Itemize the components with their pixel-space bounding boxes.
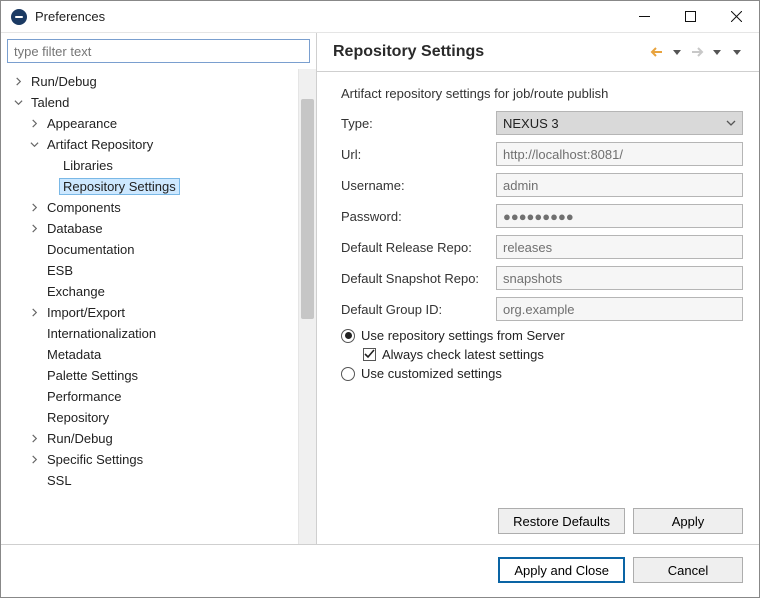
tree-item-run-debug-2[interactable]: Run/Debug xyxy=(7,428,298,449)
scrollbar-thumb[interactable] xyxy=(301,99,314,319)
tree-item-run-debug[interactable]: Run/Debug xyxy=(7,71,298,92)
page-header: Repository Settings xyxy=(317,33,759,72)
use-server-label: Use repository settings from Server xyxy=(361,328,565,343)
type-value: NEXUS 3 xyxy=(503,116,559,131)
default-group-id-input[interactable] xyxy=(496,297,743,321)
filter-input[interactable] xyxy=(7,39,310,63)
username-input[interactable] xyxy=(496,173,743,197)
use-server-radio[interactable]: Use repository settings from Server xyxy=(341,328,743,343)
titlebar: Preferences xyxy=(1,1,759,33)
always-check-checkbox[interactable]: Always check latest settings xyxy=(363,347,743,362)
tree-item-talend[interactable]: Talend xyxy=(7,92,298,113)
apply-button[interactable]: Apply xyxy=(633,508,743,534)
use-custom-label: Use customized settings xyxy=(361,366,502,381)
preferences-window: Preferences Run/Debug xyxy=(0,0,760,598)
tree-pane: Run/Debug Talend Appearance xyxy=(1,33,317,544)
tree-item-repository[interactable]: Repository xyxy=(7,407,298,428)
page-content: Artifact repository settings for job/rou… xyxy=(317,72,759,502)
page-title: Repository Settings xyxy=(333,43,649,61)
tree-item-repository-settings[interactable]: Repository Settings xyxy=(7,176,298,197)
chevron-right-icon xyxy=(27,453,41,467)
tree-item-esb[interactable]: ESB xyxy=(7,260,298,281)
back-dropdown-icon[interactable] xyxy=(669,44,685,60)
tree-item-components[interactable]: Components xyxy=(7,197,298,218)
radio-unchecked-icon xyxy=(341,367,355,381)
tree-item-exchange[interactable]: Exchange xyxy=(7,281,298,302)
chevron-down-icon xyxy=(11,96,25,110)
default-snapshot-repo-label: Default Snapshot Repo: xyxy=(341,271,496,286)
chevron-right-icon xyxy=(27,201,41,215)
tree-item-metadata[interactable]: Metadata xyxy=(7,344,298,365)
tree-scrollbar[interactable] xyxy=(298,69,316,544)
type-select[interactable]: NEXUS 3 xyxy=(496,111,743,135)
username-label: Username: xyxy=(341,178,496,193)
url-label: Url: xyxy=(341,147,496,162)
preferences-tree[interactable]: Run/Debug Talend Appearance xyxy=(7,69,298,544)
tree-item-ssl[interactable]: SSL xyxy=(7,470,298,491)
password-label: Password: xyxy=(341,209,496,224)
chevron-right-icon xyxy=(27,222,41,236)
chevron-right-icon xyxy=(27,117,41,131)
default-release-repo-label: Default Release Repo: xyxy=(341,240,496,255)
chevron-down-icon xyxy=(27,138,41,152)
maximize-button[interactable] xyxy=(667,1,713,33)
tree-item-performance[interactable]: Performance xyxy=(7,386,298,407)
default-group-id-label: Default Group ID: xyxy=(341,302,496,317)
type-label: Type: xyxy=(341,116,496,131)
default-snapshot-repo-input[interactable] xyxy=(496,266,743,290)
chevron-right-icon xyxy=(27,306,41,320)
minimize-button[interactable] xyxy=(621,1,667,33)
window-title: Preferences xyxy=(35,9,105,24)
page-description: Artifact repository settings for job/rou… xyxy=(341,86,743,101)
apply-and-close-button[interactable]: Apply and Close xyxy=(498,557,625,583)
tree-item-libraries[interactable]: Libraries xyxy=(7,155,298,176)
restore-defaults-button[interactable]: Restore Defaults xyxy=(498,508,625,534)
tree-item-artifact-repository[interactable]: Artifact Repository xyxy=(7,134,298,155)
default-release-repo-input[interactable] xyxy=(496,235,743,259)
chevron-right-icon xyxy=(27,432,41,446)
settings-pane: Repository Settings xyxy=(317,33,759,544)
chevron-down-icon xyxy=(726,118,736,128)
tree-item-appearance[interactable]: Appearance xyxy=(7,113,298,134)
tree-item-documentation[interactable]: Documentation xyxy=(7,239,298,260)
back-icon[interactable] xyxy=(649,44,665,60)
dialog-footer: Apply and Close Cancel xyxy=(1,544,759,597)
password-input[interactable] xyxy=(496,204,743,228)
menu-dropdown-icon[interactable] xyxy=(729,44,745,60)
tree-item-import-export[interactable]: Import/Export xyxy=(7,302,298,323)
url-input[interactable] xyxy=(496,142,743,166)
always-check-label: Always check latest settings xyxy=(382,347,544,362)
tree-item-database[interactable]: Database xyxy=(7,218,298,239)
tree-item-internationalization[interactable]: Internationalization xyxy=(7,323,298,344)
forward-dropdown-icon[interactable] xyxy=(709,44,725,60)
close-button[interactable] xyxy=(713,1,759,33)
app-icon xyxy=(11,9,27,25)
cancel-button[interactable]: Cancel xyxy=(633,557,743,583)
filter-box xyxy=(7,39,310,63)
use-custom-radio[interactable]: Use customized settings xyxy=(341,366,743,381)
chevron-right-icon xyxy=(11,75,25,89)
radio-checked-icon xyxy=(341,329,355,343)
tree-item-specific-settings[interactable]: Specific Settings xyxy=(7,449,298,470)
tree-item-palette-settings[interactable]: Palette Settings xyxy=(7,365,298,386)
forward-icon[interactable] xyxy=(689,44,705,60)
checkbox-checked-icon xyxy=(363,348,376,361)
